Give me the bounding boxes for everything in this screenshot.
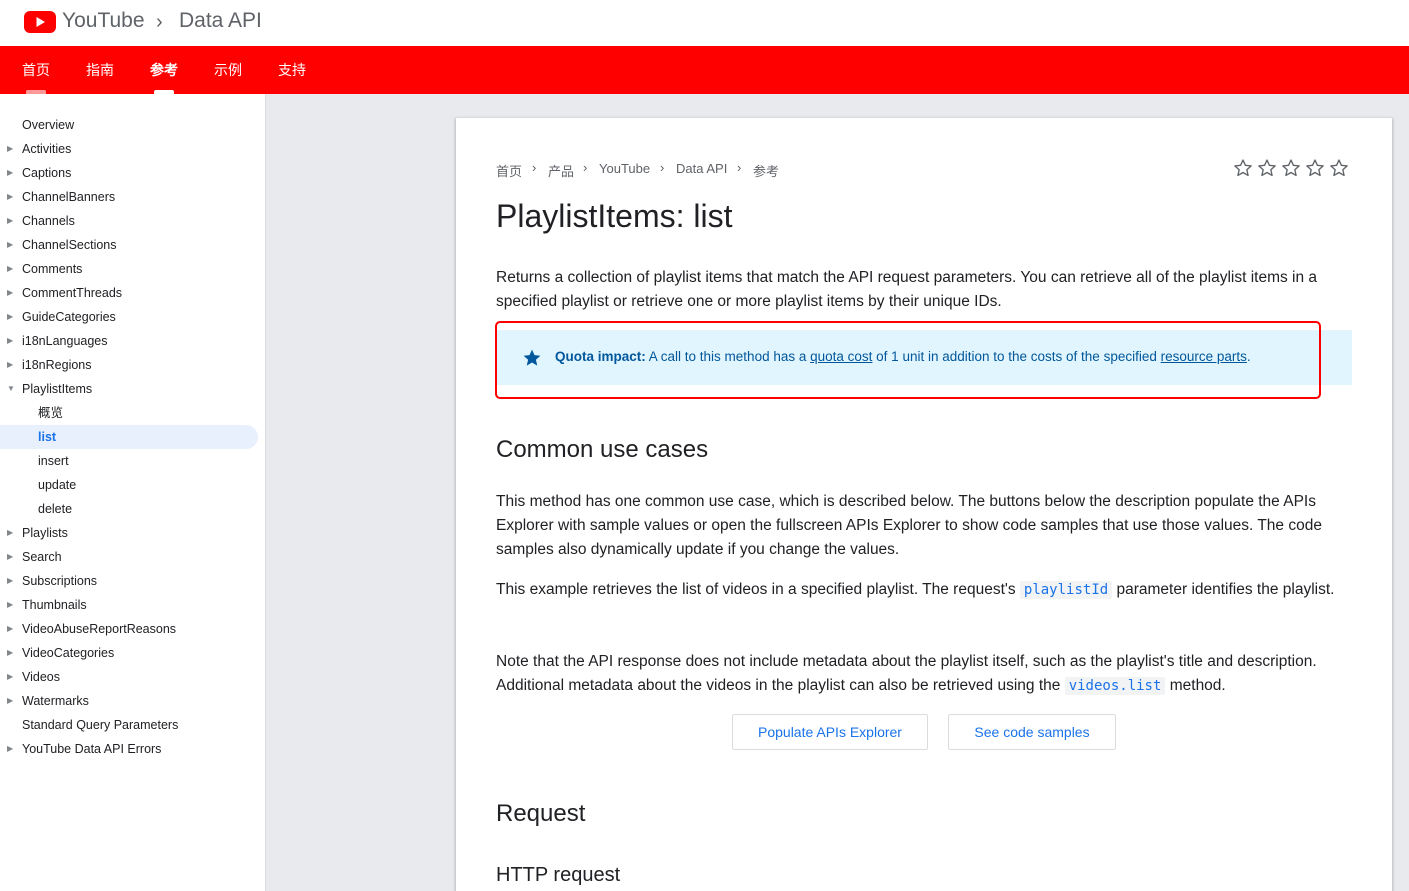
sidebar-item-list[interactable]: list [0, 425, 258, 449]
sidebar-item-i18nlanguages[interactable]: ▶ i18nLanguages [0, 329, 258, 353]
tab-support[interactable]: 支持 [278, 46, 306, 94]
star-outline-icon[interactable] [1233, 158, 1253, 178]
sidebar-item-channelbanners[interactable]: ▶ ChannelBanners [0, 185, 258, 209]
sidebar-item-guidecategories[interactable]: ▶ GuideCategories [0, 305, 258, 329]
sidebar-item-videoabusereportreasons[interactable]: ▶ VideoAbuseReportReasons [0, 617, 258, 641]
expand-arrow-icon[interactable]: ▶ [7, 665, 13, 689]
expand-arrow-icon[interactable]: ▶ [7, 641, 13, 665]
tab-guides[interactable]: 指南 [86, 46, 114, 94]
star-outline-icon[interactable] [1305, 158, 1325, 178]
sidebar-item-overview-zh[interactable]: 概览 [0, 401, 258, 425]
youtube-logo-icon[interactable] [24, 11, 56, 33]
expand-arrow-icon[interactable]: ▶ [7, 233, 13, 257]
breadcrumb-item-reference[interactable]: 参考 [753, 161, 779, 180]
sidebar-item-captions[interactable]: ▶ Captions [0, 161, 258, 185]
page-title: PlaylistItems: list [496, 198, 733, 234]
chevron-right-icon: › [532, 160, 537, 175]
star-outline-icon[interactable] [1329, 158, 1349, 178]
section-heading-http-request: HTTP request [496, 864, 621, 886]
expand-arrow-icon[interactable]: ▶ [7, 353, 13, 377]
expand-arrow-icon[interactable]: ▶ [7, 329, 13, 353]
chevron-right-icon: › [737, 160, 742, 175]
expand-arrow-icon[interactable]: ▶ [7, 209, 13, 233]
sidebar-item-commentthreads[interactable]: ▶ CommentThreads [0, 281, 258, 305]
tab-home[interactable]: 首页 [22, 46, 50, 94]
expand-arrow-icon[interactable]: ▶ [7, 137, 13, 161]
sidebar-item-thumbnails[interactable]: ▶ Thumbnails [0, 593, 258, 617]
expand-arrow-icon[interactable]: ▶ [7, 185, 13, 209]
videos-list-code-link[interactable]: videos.list [1064, 677, 1166, 695]
sidebar-item-errors[interactable]: ▶ YouTube Data API Errors [0, 737, 258, 761]
expand-arrow-icon[interactable]: ▶ [7, 545, 13, 569]
chevron-right-icon: › [156, 11, 163, 33]
chevron-right-icon: › [660, 160, 665, 175]
sidebar-item-i18nregions[interactable]: ▶ i18nRegions [0, 353, 258, 377]
sidebar-item-playlists[interactable]: ▶ Playlists [0, 521, 258, 545]
sidebar-item-search[interactable]: ▶ Search [0, 545, 258, 569]
expand-arrow-icon[interactable]: ▶ [7, 569, 13, 593]
sidebar-item-channelsections[interactable]: ▶ ChannelSections [0, 233, 258, 257]
highlight-box [495, 321, 1321, 399]
sidebar-item-videocategories[interactable]: ▶ VideoCategories [0, 641, 258, 665]
breadcrumb-item-home[interactable]: 首页 [496, 161, 522, 180]
sidebar-item-channels[interactable]: ▶ Channels [0, 209, 258, 233]
see-code-samples-button[interactable]: See code samples [948, 714, 1116, 750]
sidebar-item-insert[interactable]: insert [0, 449, 258, 473]
star-outline-icon[interactable] [1281, 158, 1301, 178]
breadcrumb-item-data-api[interactable]: Data API [676, 161, 727, 176]
common-use-case-paragraph: This method has one common use case, whi… [496, 493, 1322, 558]
expand-arrow-icon[interactable]: ▶ [7, 737, 13, 761]
main-nav: 首页 指南 参考 示例 支持 [0, 46, 1409, 94]
tab-reference[interactable]: 参考 [150, 46, 178, 94]
sidebar-item-playlistitems[interactable]: ▼ PlaylistItems [0, 377, 258, 401]
sidebar-item-subscriptions[interactable]: ▶ Subscriptions [0, 569, 258, 593]
intro-paragraph: Returns a collection of playlist items t… [496, 269, 1318, 310]
expand-arrow-icon[interactable]: ▶ [7, 305, 13, 329]
sidebar-item-standard-query-parameters[interactable]: Standard Query Parameters [0, 713, 258, 737]
tab-samples[interactable]: 示例 [214, 46, 242, 94]
product-name[interactable]: Data API [179, 9, 262, 33]
sidebar-item-delete[interactable]: delete [0, 497, 258, 521]
breadcrumb-item-products[interactable]: 产品 [548, 161, 574, 180]
breadcrumb-item-youtube[interactable]: YouTube [599, 161, 650, 176]
note-paragraph: Note that the API response does not incl… [496, 653, 1317, 695]
expand-arrow-icon[interactable]: ▶ [7, 257, 13, 281]
sidebar-item-activities[interactable]: ▶ Activities [0, 137, 258, 161]
sidebar-item-videos[interactable]: ▶ Videos [0, 665, 258, 689]
rating-stars [1233, 158, 1349, 178]
expand-arrow-icon[interactable]: ▶ [7, 617, 13, 641]
expand-arrow-icon[interactable]: ▶ [7, 521, 13, 545]
sidebar-item-comments[interactable]: ▶ Comments [0, 257, 258, 281]
expand-arrow-icon[interactable]: ▶ [7, 689, 13, 713]
populate-apis-explorer-button[interactable]: Populate APIs Explorer [732, 714, 928, 750]
section-heading-common-use-cases: Common use cases [496, 436, 709, 463]
sidebar-nav: Overview ▶ Activities ▶ Captions ▶ ChannelB… [0, 94, 266, 891]
brand-name[interactable]: YouTube [62, 9, 145, 33]
playlistid-code: playlistId [1019, 581, 1113, 599]
chevron-right-icon: › [583, 160, 588, 175]
section-heading-request: Request [496, 800, 586, 827]
sidebar-item-update[interactable]: update [0, 473, 258, 497]
sidebar-item-watermarks[interactable]: ▶ Watermarks [0, 689, 258, 713]
expand-arrow-icon[interactable]: ▶ [7, 593, 13, 617]
star-outline-icon[interactable] [1257, 158, 1277, 178]
expand-arrow-icon[interactable]: ▶ [7, 281, 13, 305]
top-header: YouTube › Data API [0, 0, 1409, 46]
sidebar-item-overview[interactable]: Overview [0, 113, 258, 137]
expand-arrow-icon[interactable]: ▶ [7, 161, 13, 185]
example-paragraph: This example retrieves the list of video… [496, 581, 1335, 599]
collapse-arrow-icon[interactable]: ▼ [7, 377, 15, 401]
